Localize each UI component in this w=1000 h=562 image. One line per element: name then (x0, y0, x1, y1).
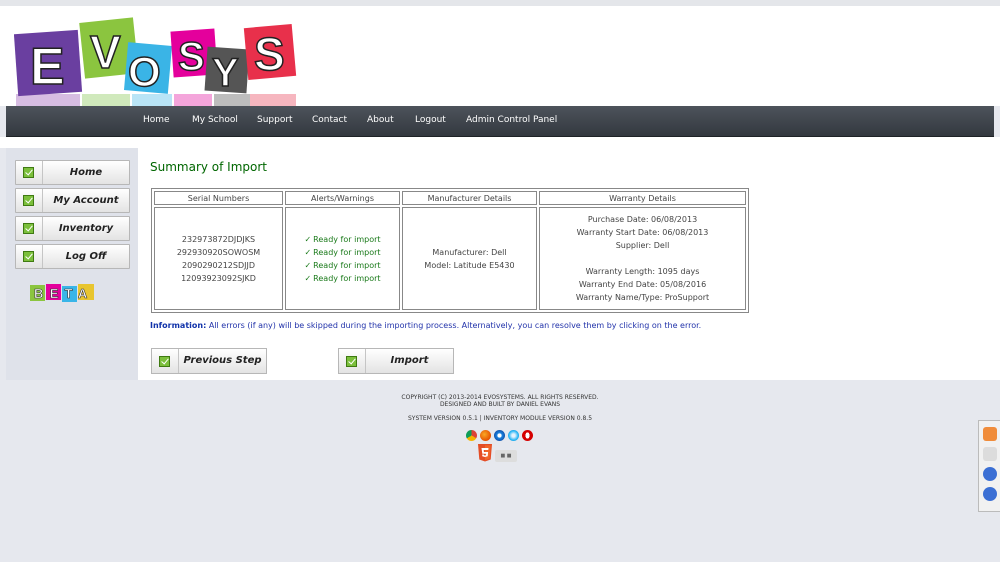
column-header: Serial Numbers (154, 191, 283, 205)
info-text: All errors (if any) will be skipped duri… (206, 321, 702, 330)
floating-toolbar (978, 420, 1000, 512)
alert-text: Ready for import (313, 247, 381, 257)
previous-step-label: Previous Step (183, 355, 262, 366)
main-content: Summary of Import Serial Numbers Alerts/… (138, 148, 1000, 380)
manufacturer-name: Manufacturer: Dell (432, 247, 507, 257)
serial-number[interactable]: 2090290212SDJJD (155, 259, 282, 272)
nav-home[interactable]: Home (143, 106, 170, 134)
serial-number[interactable]: 232973872DJDJKS (155, 233, 282, 246)
checkmark-icon: ✓ (304, 273, 312, 283)
purchase-date: Purchase Date: 06/08/2013 (587, 215, 698, 224)
alert-text: Ready for import (313, 260, 381, 270)
css3-icon: ■ ■ (495, 450, 517, 462)
import-summary-table: Serial Numbers Alerts/Warnings Manufactu… (151, 188, 749, 313)
evosys-logo[interactable]: E V O S Y S (14, 14, 304, 106)
manufacturer-model: Model: Latitude E5430 (424, 260, 515, 270)
window-icon[interactable] (983, 467, 997, 481)
opera-icon (522, 430, 533, 441)
warranty-end-date: Warranty End Date: 05/08/2016 (578, 280, 707, 289)
warranty-cell: Purchase Date: 06/08/2013 Warranty Start… (539, 207, 746, 310)
nav-admin-control-panel[interactable]: Admin Control Panel (466, 106, 557, 134)
manufacturer-cell: Manufacturer: Dell Model: Latitude E5430 (402, 207, 537, 310)
warranty-name-type: Warranty Name/Type: ProSupport (575, 293, 710, 302)
import-label: Import (390, 355, 429, 366)
check-icon (16, 217, 43, 240)
copyright-text: COPYRIGHT (C) 2013-2014 EVOSYSTEMS. ALL … (401, 394, 599, 401)
sidebar-item-log-off[interactable]: Log Off (15, 244, 130, 269)
checkmark-icon: ✓ (304, 247, 312, 257)
alert-status: ✓ Ready for import (286, 246, 399, 259)
main-nav: Home My School Support Contact About Log… (6, 106, 994, 137)
settings-icon[interactable] (983, 487, 997, 501)
version-text: SYSTEM VERSION 0.5.1 | INVENTORY MODULE … (407, 415, 593, 422)
alert-status: ✓ Ready for import (286, 233, 399, 246)
check-icon (16, 189, 43, 212)
serial-number[interactable]: 292930920SOWOSM (155, 246, 282, 259)
alerts-cell: ✓ Ready for import ✓ Ready for import ✓ Rea… (285, 207, 400, 310)
info-label: Information: (150, 321, 207, 330)
column-header: Warranty Details (539, 191, 746, 205)
warranty-start-date: Warranty Start Date: 06/08/2013 (576, 228, 709, 237)
sidebar-item-my-account[interactable]: My Account (15, 188, 130, 213)
check-icon (339, 349, 366, 373)
download-icon[interactable] (983, 447, 997, 461)
back-arrow-icon[interactable] (983, 427, 997, 441)
serial-number[interactable]: 12093923092SJKD (155, 272, 282, 285)
column-header: Alerts/Warnings (285, 191, 400, 205)
sidebar-item-label: Log Off (65, 251, 107, 262)
footer: COPYRIGHT (C) 2013-2014 EVOSYSTEMS. ALL … (0, 380, 1000, 562)
html5-icon (478, 444, 492, 462)
serial-numbers-cell: 232973872DJDJKS 292930920SOWOSM 20902902… (154, 207, 283, 310)
nav-about[interactable]: About (367, 106, 394, 134)
logo-letter: E (30, 38, 65, 96)
sidebar-item-inventory[interactable]: Inventory (15, 216, 130, 241)
logo-letter: S (254, 28, 285, 80)
check-icon (152, 349, 179, 373)
alert-status: ✓ Ready for import (286, 272, 399, 285)
logo-letter: O (128, 48, 161, 95)
information-note: Information: All errors (if any) will be… (150, 321, 701, 330)
sidebar-item-label: My Account (53, 195, 119, 206)
previous-step-button[interactable]: Previous Step (151, 348, 267, 374)
header-gap (0, 137, 1000, 148)
logo-letter: Y (212, 51, 239, 95)
firefox-icon (480, 430, 491, 441)
nav-logout[interactable]: Logout (415, 106, 446, 134)
chrome-icon (466, 430, 477, 441)
nav-contact[interactable]: Contact (312, 106, 347, 134)
ie-icon (494, 430, 505, 441)
nav-support[interactable]: Support (257, 106, 293, 134)
logo-letter: S (178, 35, 205, 79)
logo-letter: V (90, 26, 121, 78)
nav-my-school[interactable]: My School (192, 106, 238, 134)
beta-text: BETA (34, 286, 94, 301)
import-button[interactable]: Import (338, 348, 454, 374)
warranty-length: Warranty Length: 1095 days (585, 267, 700, 276)
sidebar: Home My Account Inventory Log Off BETA (6, 148, 138, 380)
checkmark-icon: ✓ (304, 260, 312, 270)
sidebar-item-label: Inventory (58, 223, 114, 234)
sidebar-item-home[interactable]: Home (15, 160, 130, 185)
supplier: Supplier: Dell (615, 241, 670, 250)
beta-badge: BETA (30, 284, 94, 302)
checkmark-icon: ✓ (304, 234, 312, 244)
page-title: Summary of Import (150, 160, 268, 174)
alert-status: ✓ Ready for import (286, 259, 399, 272)
column-header: Manufacturer Details (402, 191, 537, 205)
sidebar-item-label: Home (69, 167, 103, 178)
safari-icon (508, 430, 519, 441)
credit-text: DESIGNED AND BUILT BY DANIEL EVANS (439, 401, 561, 408)
check-icon (16, 245, 43, 268)
check-icon (16, 161, 43, 184)
alert-text: Ready for import (313, 273, 381, 283)
table-row: 232973872DJDJKS 292930920SOWOSM 20902902… (154, 207, 746, 310)
alert-text: Ready for import (313, 234, 381, 244)
